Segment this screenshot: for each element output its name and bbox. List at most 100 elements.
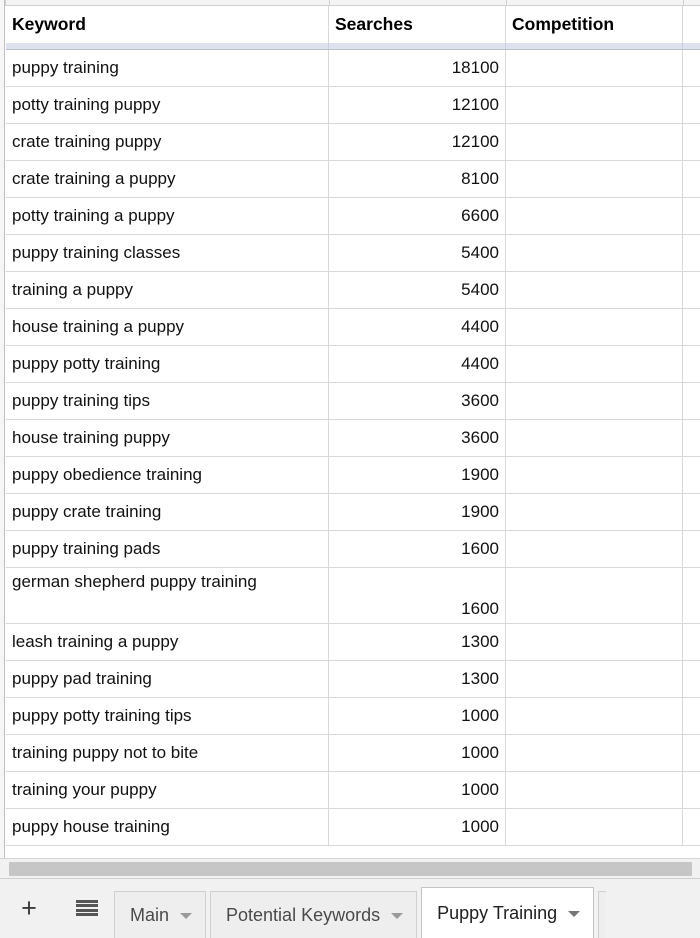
frozen-row-divider[interactable] (6, 43, 700, 50)
cell-searches[interactable]: 3600 (329, 420, 506, 456)
cell-searches[interactable]: 4400 (329, 346, 506, 382)
cell-searches[interactable]: 4400 (329, 309, 506, 345)
cell-competition[interactable] (506, 198, 683, 234)
chevron-down-icon[interactable] (391, 913, 404, 919)
cell-keyword[interactable]: puppy training tips (6, 383, 329, 419)
table-row[interactable]: potty training a puppy 6600 (6, 198, 700, 235)
table-row[interactable]: training your puppy 1000 (6, 772, 700, 809)
cell-searches[interactable]: 6600 (329, 198, 506, 234)
cell-keyword[interactable]: puppy potty training (6, 346, 329, 382)
table-row[interactable]: puppy obedience training 1900 (6, 457, 700, 494)
table-row[interactable]: german shepherd puppy training 1600 (6, 568, 700, 624)
cell-competition[interactable] (506, 383, 683, 419)
cell-competition[interactable] (506, 50, 683, 86)
chevron-down-icon[interactable] (568, 911, 581, 917)
all-sheets-button[interactable] (70, 891, 104, 925)
cell-keyword[interactable]: leash training a puppy (6, 624, 329, 660)
cell-competition[interactable] (506, 568, 683, 623)
cell-keyword[interactable]: house training a puppy (6, 309, 329, 345)
cell-competition[interactable] (506, 309, 683, 345)
chevron-down-icon[interactable] (180, 913, 193, 919)
cell-competition[interactable] (506, 420, 683, 456)
row-header-gutter[interactable] (0, 0, 5, 858)
table-row[interactable]: training puppy not to bite 1000 (6, 735, 700, 772)
column-header-keyword[interactable]: Keyword (6, 6, 329, 43)
cell-overflow[interactable] (683, 568, 700, 623)
cell-keyword[interactable]: house training puppy (6, 420, 329, 456)
cell-competition[interactable] (506, 272, 683, 308)
cell-competition[interactable] (506, 809, 683, 845)
cell-searches[interactable]: 18100 (329, 50, 506, 86)
cell-overflow[interactable] (683, 309, 700, 345)
cell-keyword[interactable]: crate training a puppy (6, 161, 329, 197)
cell-competition[interactable] (506, 735, 683, 771)
cell-overflow[interactable] (683, 272, 700, 308)
cell-overflow[interactable] (683, 383, 700, 419)
add-sheet-button[interactable]: + (12, 891, 46, 925)
table-row[interactable]: puppy house training 1000 (6, 809, 700, 846)
cell-keyword[interactable]: german shepherd puppy training (6, 568, 329, 623)
cell-keyword[interactable]: puppy obedience training (6, 457, 329, 493)
cell-competition[interactable] (506, 457, 683, 493)
cell-keyword[interactable]: puppy potty training tips (6, 698, 329, 734)
cell-overflow[interactable] (683, 494, 700, 530)
cell-keyword[interactable]: puppy crate training (6, 494, 329, 530)
cell-competition[interactable] (506, 235, 683, 271)
table-row[interactable]: crate training a puppy 8100 (6, 161, 700, 198)
cell-keyword[interactable]: potty training a puppy (6, 198, 329, 234)
cell-competition[interactable] (506, 661, 683, 697)
horizontal-scrollbar-thumb[interactable] (9, 862, 692, 876)
cell-competition[interactable] (506, 346, 683, 382)
cell-keyword[interactable]: puppy training (6, 50, 329, 86)
cell-searches[interactable]: 8100 (329, 161, 506, 197)
spreadsheet-grid[interactable]: Keyword Searches Competition puppy train… (0, 0, 700, 858)
cell-searches[interactable]: 12100 (329, 124, 506, 160)
cell-searches[interactable]: 5400 (329, 235, 506, 271)
column-header-overflow[interactable] (683, 6, 700, 43)
cell-overflow[interactable] (683, 624, 700, 660)
cell-overflow[interactable] (683, 661, 700, 697)
cell-overflow[interactable] (683, 346, 700, 382)
sheet-tab[interactable]: Main (114, 891, 207, 938)
cell-competition[interactable] (506, 87, 683, 123)
cell-keyword[interactable]: training puppy not to bite (6, 735, 329, 771)
cell-keyword[interactable]: puppy house training (6, 809, 329, 845)
table-row[interactable]: puppy pad training 1300 (6, 661, 700, 698)
cell-searches[interactable]: 12100 (329, 87, 506, 123)
cell-competition[interactable] (506, 772, 683, 808)
cell-overflow[interactable] (683, 735, 700, 771)
table-row[interactable]: house training a puppy 4400 (6, 309, 700, 346)
table-row[interactable]: leash training a puppy 1300 (6, 624, 700, 661)
horizontal-scrollbar[interactable] (0, 858, 700, 878)
cell-competition[interactable] (506, 161, 683, 197)
cell-overflow[interactable] (683, 161, 700, 197)
cell-searches[interactable]: 1900 (329, 494, 506, 530)
column-header-searches[interactable]: Searches (329, 6, 506, 43)
table-row[interactable]: potty training puppy 12100 (6, 87, 700, 124)
sheet-tab[interactable]: Potential Keywords (210, 891, 418, 938)
cell-overflow[interactable] (683, 698, 700, 734)
cell-searches[interactable]: 1900 (329, 457, 506, 493)
cell-searches[interactable]: 1000 (329, 772, 506, 808)
cell-searches[interactable]: 1000 (329, 735, 506, 771)
cell-competition[interactable] (506, 698, 683, 734)
sheet-tab-active[interactable]: Puppy Training (421, 887, 595, 938)
cell-searches[interactable]: 1300 (329, 661, 506, 697)
sheet-tab-clipped[interactable] (598, 891, 607, 938)
cell-keyword[interactable]: puppy training classes (6, 235, 329, 271)
cell-overflow[interactable] (683, 235, 700, 271)
cell-overflow[interactable] (683, 809, 700, 845)
cell-overflow[interactable] (683, 420, 700, 456)
cell-searches[interactable]: 5400 (329, 272, 506, 308)
table-row[interactable]: puppy potty training 4400 (6, 346, 700, 383)
cell-searches[interactable]: 1600 (329, 531, 506, 567)
cell-competition[interactable] (506, 124, 683, 160)
cell-keyword[interactable]: training your puppy (6, 772, 329, 808)
cell-searches[interactable]: 1600 (329, 568, 506, 623)
cell-competition[interactable] (506, 494, 683, 530)
cell-keyword[interactable]: training a puppy (6, 272, 329, 308)
cell-overflow[interactable] (683, 457, 700, 493)
cell-competition[interactable] (506, 624, 683, 660)
table-row[interactable]: puppy training tips 3600 (6, 383, 700, 420)
cell-competition[interactable] (506, 531, 683, 567)
